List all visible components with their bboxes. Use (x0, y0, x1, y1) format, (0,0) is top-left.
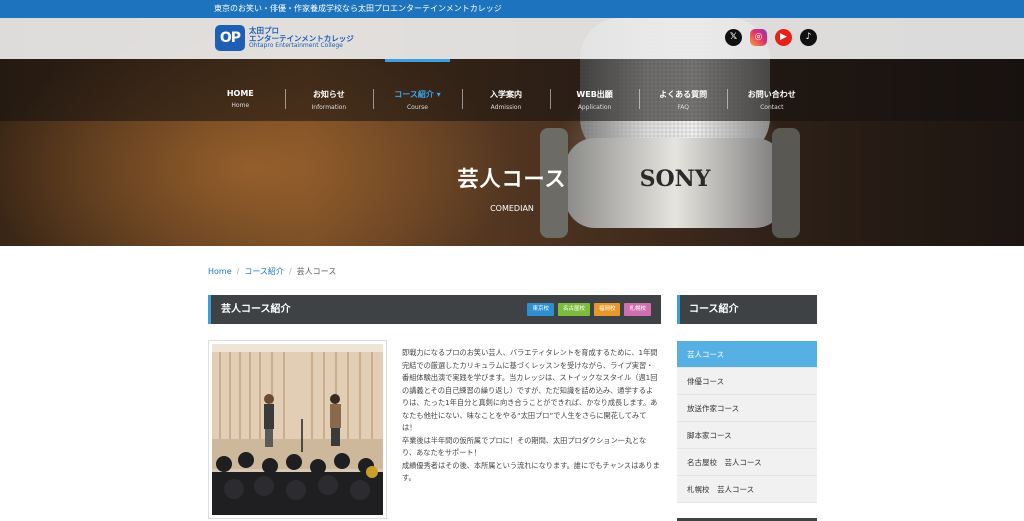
hero-banner: SONY OP 太田プロ エンターテインメントカレッジ Ohtapro Ente… (0, 18, 1024, 246)
nav-information[interactable]: お知らせ Information (284, 59, 374, 121)
campus-badges: 東京校 名古屋校 福岡校 札幌校 (527, 303, 651, 316)
section-title: 芸人コース紹介 (221, 304, 291, 315)
logo-line-3: Ohtapro Entertainment College (249, 41, 343, 49)
logo-mark: OP (215, 25, 245, 51)
social-links: 𝕏 ◎ ▶ ♪ (725, 29, 817, 46)
nav-label: WEB出願 (576, 90, 613, 99)
nav-admission[interactable]: 入学案内 Admission (461, 59, 551, 121)
nav-sublabel: Information (311, 104, 347, 111)
main-nav: HOME Home お知らせ Information コース紹介 ▾ Cours… (0, 59, 1024, 121)
sidebar-item-sapporo-comedian[interactable]: 札幌校 芸人コース (677, 476, 817, 503)
breadcrumb-separator: / (288, 267, 292, 276)
nav-label: HOME (226, 89, 254, 98)
nav-sublabel: Home (231, 102, 250, 109)
site-header: OP 太田プロ エンターテインメントカレッジ Ohtapro Entertain… (0, 18, 1024, 59)
tiktok-icon[interactable]: ♪ (800, 29, 817, 46)
breadcrumb-separator: / (236, 267, 240, 276)
badge-fukuoka: 福岡校 (593, 303, 621, 316)
section-header: 芸人コース紹介 東京校 名古屋校 福岡校 札幌校 (208, 295, 661, 324)
description-paragraph: 即戦力になるプロのお笑い芸人、バラエティタレントを育成するために、1年間完結での… (402, 348, 658, 432)
badge-tokyo: 東京校 (527, 303, 554, 316)
sidebar-course-list: 芸人コース 俳優コース 放送作家コース 脚本家コース 名古屋校 芸人コース 札幌… (677, 341, 817, 503)
nav-faq[interactable]: よくある質問 FAQ (638, 59, 728, 121)
nav-sublabel: FAQ (677, 104, 689, 111)
sidebar-item-actor[interactable]: 俳優コース (677, 368, 817, 395)
nav-label: 入学案内 (490, 90, 523, 99)
breadcrumb: Home / コース紹介 / 芸人コース (208, 266, 336, 277)
nav-course[interactable]: コース紹介 ▾ Course (373, 59, 462, 121)
badge-sapporo: 札幌校 (624, 303, 651, 316)
announcement-text: 東京のお笑い・俳優・作家養成学校なら太田プロエンターテインメントカレッジ (214, 4, 502, 13)
nav-label: お問い合わせ (747, 90, 796, 99)
nav-home[interactable]: HOME Home (196, 59, 285, 121)
description-paragraph: 成績優秀者はその後、本所属という流れになります。誰にでもチャンスはあります。 (402, 460, 660, 483)
sidebar-header: コース紹介 (677, 295, 817, 324)
sidebar-item-scriptwriter[interactable]: 脚本家コース (677, 422, 817, 449)
sidebar-item-nagoya-comedian[interactable]: 名古屋校 芸人コース (677, 449, 817, 476)
breadcrumb-course[interactable]: コース紹介 (244, 267, 284, 276)
breadcrumb-current: 芸人コース (296, 267, 337, 276)
nav-sublabel: Application (577, 104, 612, 111)
nav-sublabel: Course (406, 104, 428, 111)
youtube-icon[interactable]: ▶ (775, 29, 792, 46)
page-subtitle: COMEDIAN (490, 204, 534, 213)
breadcrumb-home[interactable]: Home (208, 267, 232, 276)
course-description: 即戦力になるプロのお笑い芸人、バラエティタレントを育成するために、1年間完結での… (402, 347, 660, 485)
nav-application[interactable]: WEB出願 Application (550, 59, 639, 121)
nav-sublabel: Contact (760, 104, 784, 111)
nav-label: よくある質問 (659, 90, 708, 99)
nav-label: コース紹介 ▾ (394, 90, 441, 99)
logo-text: 太田プロ エンターテインメントカレッジ Ohtapro Entertainmen… (249, 27, 354, 49)
instagram-icon[interactable]: ◎ (750, 29, 767, 46)
badge-nagoya: 名古屋校 (557, 303, 590, 316)
site-logo[interactable]: OP 太田プロ エンターテインメントカレッジ Ohtapro Entertain… (215, 25, 354, 51)
course-photo (208, 340, 387, 519)
nav-sublabel: Admission (490, 104, 522, 111)
sidebar-item-broadcast-writer[interactable]: 放送作家コース (677, 395, 817, 422)
sidebar-item-comedian[interactable]: 芸人コース (677, 341, 817, 368)
nav-label: お知らせ (312, 90, 345, 99)
nav-contact[interactable]: お問い合わせ Contact (727, 59, 816, 121)
x-icon[interactable]: 𝕏 (725, 29, 742, 46)
page-title: 芸人コース (457, 167, 567, 191)
description-paragraph: 卒業後は半年間の仮所属でプロに！その期間、太田プロダクション一丸となり、あなたを… (402, 435, 647, 458)
sidebar-title: コース紹介 (689, 304, 739, 315)
top-announcement-bar: 東京のお笑い・俳優・作家養成学校なら太田プロエンターテインメントカレッジ (0, 0, 1024, 18)
